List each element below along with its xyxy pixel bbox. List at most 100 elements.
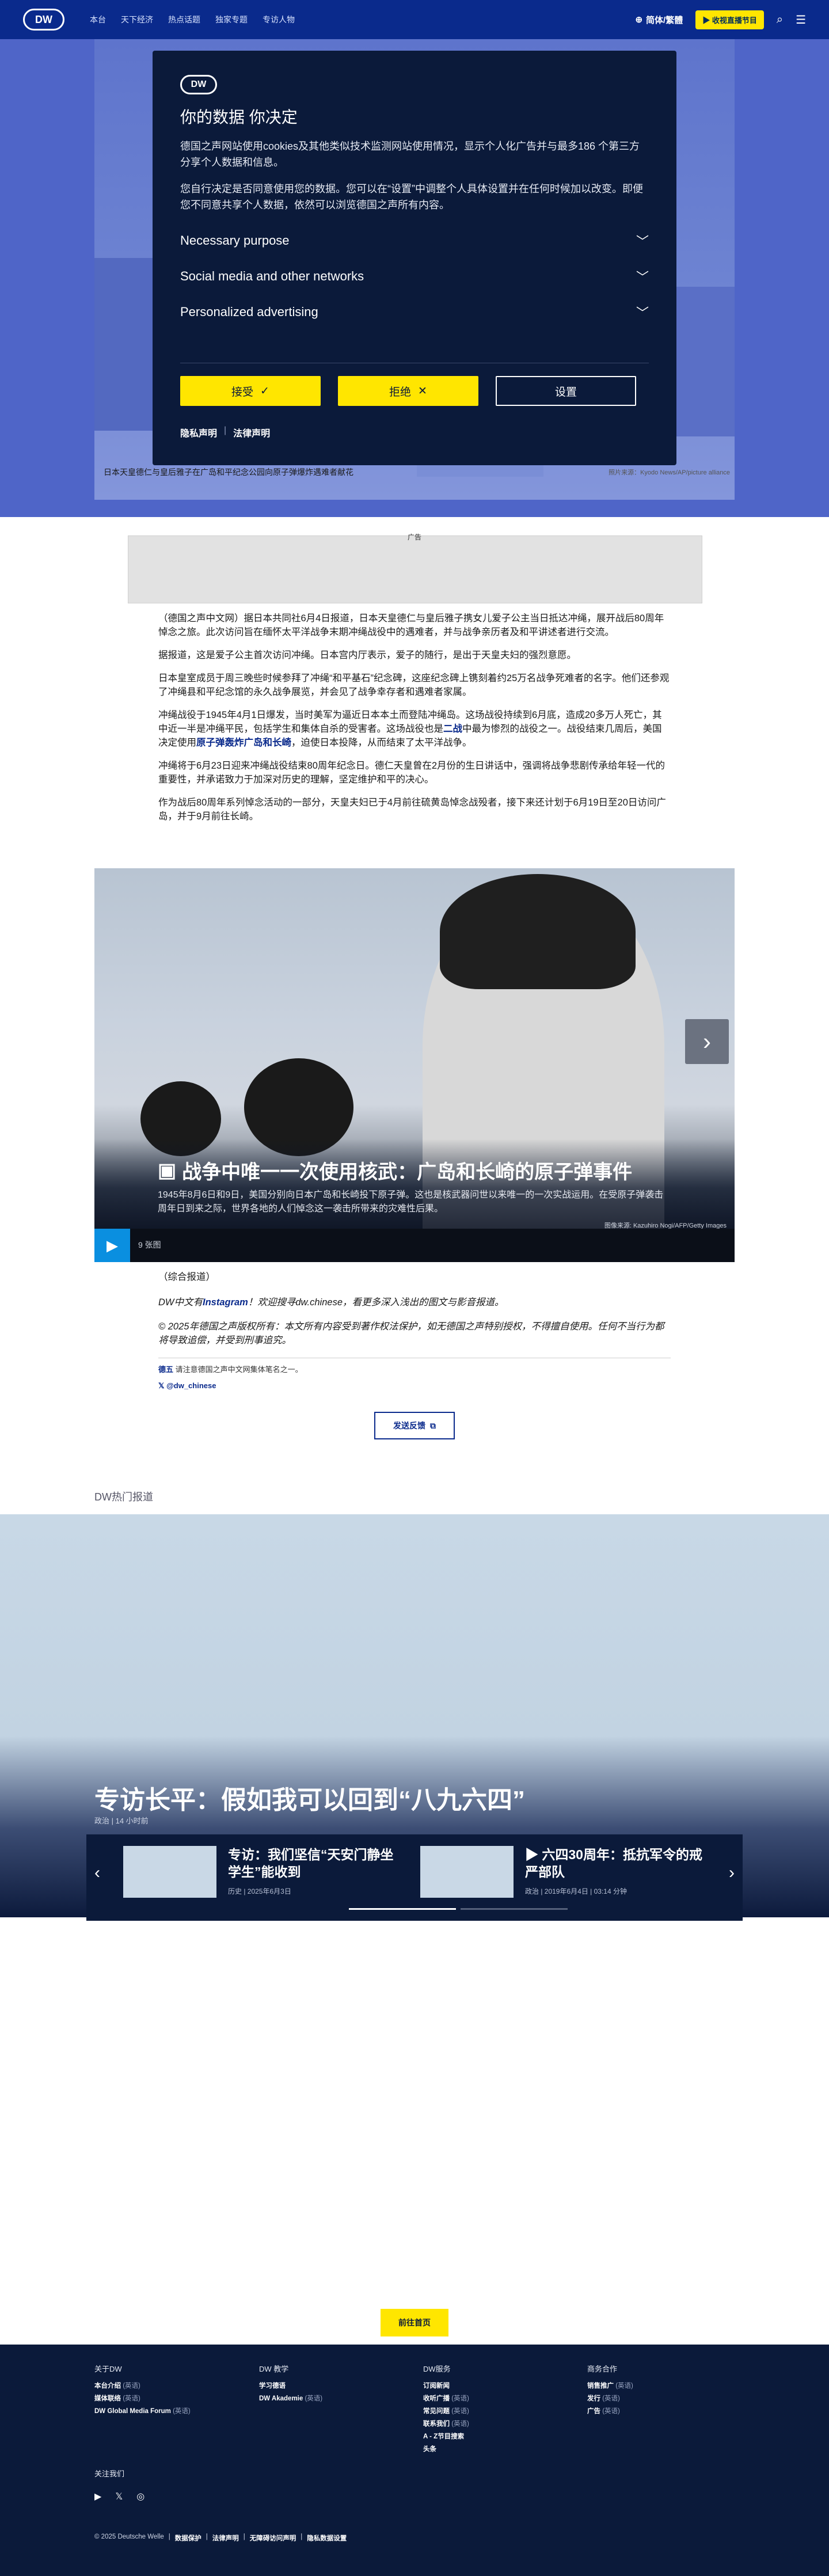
cookie-consent-dialog: DW 你的数据 你决定 德国之声网站使用cookies及其他类似技术监测网站使用…: [153, 51, 676, 465]
article-body: （德国之声中文网）据日本共同社6月4日报道，日本天皇德仁与皇后雅子携女儿爱子公主…: [158, 611, 671, 833]
accordion-personalized-ads[interactable]: Personalized advertising ﹀: [180, 303, 649, 321]
gallery-count: 9 张图: [138, 1240, 161, 1249]
footer-link-lang: (英语): [615, 2383, 633, 2389]
gallery-play-button[interactable]: ▶: [94, 1229, 130, 1262]
card-thumbnail: [420, 1846, 514, 1898]
dw-logo[interactable]: DW: [23, 9, 64, 31]
footer-link-text: 收听广播: [423, 2395, 450, 2402]
footer-link[interactable]: A - Z节目搜索: [423, 2430, 469, 2443]
instagram-icon[interactable]: ◎: [136, 2491, 144, 2502]
globe-icon: ⊕: [635, 15, 643, 25]
footer-column-business: 商务合作 销售推广 (英语) 发行 (英语) 广告 (英语): [587, 2363, 633, 2418]
image-gallery[interactable]: ▣ 战争中唯一一次使用核武：广岛和长崎的原子弹事件 1945年8月6日和9日，美国…: [94, 868, 735, 1262]
link-separator: |: [168, 2533, 170, 2540]
author-note: 德五 请注意德国之声中文网集体笔名之一。: [158, 1363, 671, 1377]
hot-news-meta: 政治 | 14 小时前: [94, 1817, 149, 1825]
carousel-card[interactable]: 专访：我们坚信“天安门静坐学生”能收到 历史 | 2025年6月3日: [123, 1846, 405, 1898]
article-paragraph: 据报道，这是爱子公主首次访问冲绳。日本宫内厅表示，爱子的随行，是出于天皇夫妇的强…: [158, 650, 576, 660]
accept-button[interactable]: 接受 ✓: [180, 376, 321, 406]
carousel-card[interactable]: ▶ 六四30周年：抵抗军令的戒严部队 政治 | 2019年6月4日 | 03:1…: [420, 1846, 702, 1898]
privacy-settings-link[interactable]: 隐私数据设置: [307, 2533, 347, 2543]
legal-notice-link[interactable]: 法律声明: [212, 2533, 239, 2543]
footer-link[interactable]: 销售推广 (英语): [587, 2380, 633, 2392]
footer-link-lang: (英语): [602, 2408, 620, 2415]
footer-link-lang: (英语): [602, 2395, 620, 2402]
author-desc: 请注意德国之声中文网集体笔名之一。: [175, 1365, 303, 1374]
feedback-button[interactable]: 发送反馈 ⧉: [374, 1412, 455, 1439]
chevron-left-icon[interactable]: ‹: [94, 1863, 100, 1883]
footer-link[interactable]: 联系我们 (英语): [423, 2418, 469, 2430]
promo-text: DW中文有: [158, 1297, 203, 1308]
instagram-link[interactable]: Instagram: [203, 1297, 248, 1308]
footer-link-lang: (英语): [451, 2395, 469, 2402]
footer-link[interactable]: 学习德语: [259, 2380, 322, 2392]
live-tv-button[interactable]: ▶ 收视直播节目: [695, 10, 764, 29]
article-footer: （综合报道） DW中文有Instagram！欢迎搜寻dw.chinese，看更多…: [158, 1270, 671, 1393]
chevron-right-icon: ›: [703, 1028, 711, 1055]
legal-links: © 2025 Deutsche Welle | 数据保护 | 法律声明 | 无障碍访问…: [94, 2533, 347, 2543]
footer-link-text: 订阅新闻: [423, 2383, 450, 2389]
cookie-links: 隐私声明 | 法律声明: [180, 425, 649, 439]
footer-link[interactable]: 订阅新闻: [423, 2380, 469, 2392]
footer-link[interactable]: 广告 (英语): [587, 2405, 633, 2418]
footer-heading: DW 教学: [259, 2365, 289, 2373]
footer-heading: 商务合作: [587, 2365, 618, 2373]
footer-link[interactable]: 发行 (英语): [587, 2392, 633, 2405]
footer-link[interactable]: 常见问题 (英语): [423, 2405, 469, 2418]
footer-link[interactable]: DW Global Media Forum (英语): [94, 2405, 191, 2418]
footer-link-text: A - Z节目搜索: [423, 2433, 465, 2440]
card-meta: 政治 | 2019年6月4日 | 03:14 分钟: [525, 1887, 627, 1895]
legal-link[interactable]: 法律声明: [233, 425, 270, 439]
hot-news-heading: DW热门报道: [94, 1491, 153, 1503]
accordion-label: Necessary purpose: [180, 233, 290, 248]
reject-button[interactable]: 拒绝 ✕: [338, 376, 478, 406]
play-icon: ▶: [107, 1236, 118, 1254]
footer-column-learning: DW 教学 学习德语 DW Akademie (英语): [259, 2363, 322, 2405]
accordion-social-media[interactable]: Social media and other networks ﹀: [180, 267, 649, 286]
footer-link-lang: (英语): [451, 2421, 469, 2427]
link-separator: |: [301, 2533, 303, 2540]
footer-link-text: 广告: [587, 2408, 600, 2415]
footer-column-services: DW服务 订阅新闻 收听广播 (英语) 常见问题 (英语) 联系我们 (英语) …: [423, 2363, 469, 2456]
ww2-link[interactable]: 二战: [443, 724, 462, 734]
hot-news-title[interactable]: 专访长平：假如我可以回到“八九六四”: [94, 1779, 525, 1816]
go-home-button[interactable]: 前往首页: [381, 2309, 448, 2336]
gallery-control-bar: [94, 1229, 735, 1262]
carousel-indicator[interactable]: [461, 1908, 568, 1910]
x-icon[interactable]: 𝕏: [115, 2491, 123, 2502]
menu-icon[interactable]: ☰: [796, 13, 806, 27]
x-handle[interactable]: 𝕏 @dw_chinese: [158, 1379, 671, 1393]
carousel-indicator-active[interactable]: [349, 1908, 456, 1910]
data-protection-link[interactable]: 数据保护: [175, 2533, 201, 2543]
copyright-notice: © 2025年德国之声版权所有：本文所有内容受到著作权法保护，如无德国之声特别授…: [158, 1321, 664, 1346]
footer-link[interactable]: 头条: [423, 2443, 469, 2456]
search-icon[interactable]: ⌕: [777, 13, 783, 26]
settings-button[interactable]: 设置: [496, 376, 636, 406]
atomic-bomb-link[interactable]: 原子弹轰炸广岛和长崎: [196, 738, 291, 748]
youtube-icon[interactable]: ▶: [94, 2491, 101, 2502]
footer-link[interactable]: 本台介绍 (英语): [94, 2380, 191, 2392]
gallery-title[interactable]: ▣ 战争中唯一一次使用核武：广岛和长崎的原子弹事件: [158, 1156, 632, 1184]
feedback-label: 发送反馈: [393, 1421, 425, 1430]
nav-item-economy[interactable]: 天下经济: [121, 14, 153, 25]
gallery-next-button[interactable]: ›: [685, 1019, 729, 1064]
privacy-link[interactable]: 隐私声明: [180, 425, 217, 439]
card-thumbnail: [123, 1846, 216, 1898]
footer-link[interactable]: 媒体联络 (英语): [94, 2392, 191, 2405]
accordion-necessary-purpose[interactable]: Necessary purpose ﹀: [180, 231, 649, 250]
accessibility-link[interactable]: 无障碍访问声明: [250, 2533, 296, 2543]
author-name[interactable]: 德五: [158, 1365, 173, 1374]
footer-link[interactable]: 收听广播 (英语): [423, 2392, 469, 2405]
video-icon: ▶: [525, 1847, 542, 1862]
nav-item-features[interactable]: 独家专题: [215, 14, 248, 25]
hero-caption: 日本天皇德仁与皇后雅子在广岛和平纪念公园向原子弹爆炸遇难者献花: [104, 468, 353, 477]
nav-item-hot-topics[interactable]: 热点话题: [168, 14, 200, 25]
settings-label: 设置: [554, 386, 577, 398]
nav-item-home[interactable]: 本台: [90, 14, 106, 25]
language-switch[interactable]: ⊕ 简体/繁體: [635, 14, 683, 26]
nav-item-interviews[interactable]: 专访人物: [263, 14, 295, 25]
chevron-right-icon[interactable]: ›: [729, 1863, 735, 1883]
reject-label: 拒绝: [389, 386, 412, 398]
footer-link-text: 学习德语: [259, 2383, 286, 2389]
footer-link[interactable]: DW Akademie (英语): [259, 2392, 322, 2405]
